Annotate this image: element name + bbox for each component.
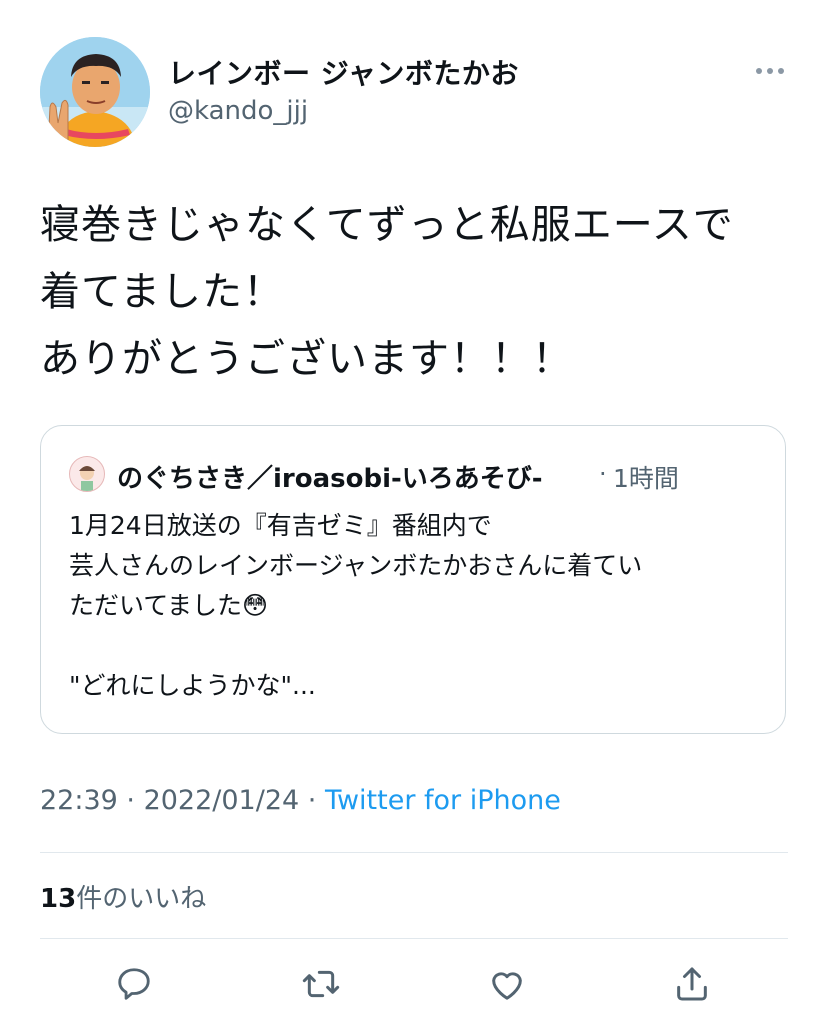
- meta-separator: ·: [117, 785, 144, 816]
- quoted-author-avatar: [69, 456, 105, 492]
- quoted-author-name: のぐちさき／iroasobi-いろあそび-: [117, 464, 543, 494]
- divider: [40, 852, 788, 853]
- author-display-name[interactable]: レインボー ジャンボたかお: [168, 52, 519, 92]
- tweet-meta: 22:39 · 2022/01/24 · Twitter for iPhone: [40, 785, 561, 816]
- reply-icon: [118, 968, 150, 1000]
- quoted-text: 1月24日放送の『有吉ゼミ』番組内で 芸人さんのレインボージャンボたかおさんに着…: [69, 506, 769, 706]
- quoted-text-line: ただいてました😳: [69, 591, 269, 620]
- likes-number: 13: [40, 884, 77, 914]
- likes-count[interactable]: 13件のいいね: [40, 878, 206, 915]
- likes-label: 件のいいね: [76, 884, 207, 914]
- quoted-tweet[interactable]: のぐちさき／iroasobi-いろあそび- · 1時間 1月24日放送の『有吉ゼ…: [40, 425, 786, 734]
- avatar-illustration: [40, 37, 150, 147]
- tweet-text-line: 着てました！: [40, 269, 284, 315]
- quoted-text-line: 1月24日放送の『有吉ゼミ』番組内で: [69, 511, 492, 540]
- reply-button[interactable]: [114, 964, 154, 1004]
- meta-separator: ·: [299, 785, 325, 816]
- share-icon: [677, 967, 707, 1001]
- author-avatar[interactable]: [40, 37, 150, 147]
- tweet-time: 22:39: [40, 785, 118, 816]
- quoted-avatar-illustration: [70, 457, 104, 491]
- author-handle[interactable]: @kando_jjj: [168, 96, 308, 126]
- quoted-separator-dot: ·: [599, 460, 607, 488]
- tweet-text: 寝巻きじゃなくてずっと私服エースで 着てました！ ありがとうございます！！！: [40, 192, 800, 393]
- quoted-text-line: "どれにしようかな"...: [69, 671, 316, 700]
- retweet-icon: [302, 970, 340, 998]
- tweet-source-link[interactable]: Twitter for iPhone: [325, 785, 561, 816]
- quoted-text-line: 芸人さんのレインボージャンボたかおさんに着てい: [69, 551, 643, 580]
- tweet-text-line: 寝巻きじゃなくてずっと私服エースで: [40, 202, 734, 248]
- tweet-date: 2022/01/24: [143, 785, 300, 816]
- retweet-button[interactable]: [301, 964, 341, 1004]
- divider: [40, 938, 788, 939]
- like-button[interactable]: [487, 964, 527, 1004]
- share-button[interactable]: [672, 964, 712, 1004]
- more-icon[interactable]: [750, 62, 790, 80]
- tweet-text-line: ありがとうございます！！！: [40, 336, 573, 382]
- quoted-text-line: [69, 626, 769, 666]
- like-icon: [492, 972, 522, 1000]
- quoted-time: 1時間: [613, 464, 679, 493]
